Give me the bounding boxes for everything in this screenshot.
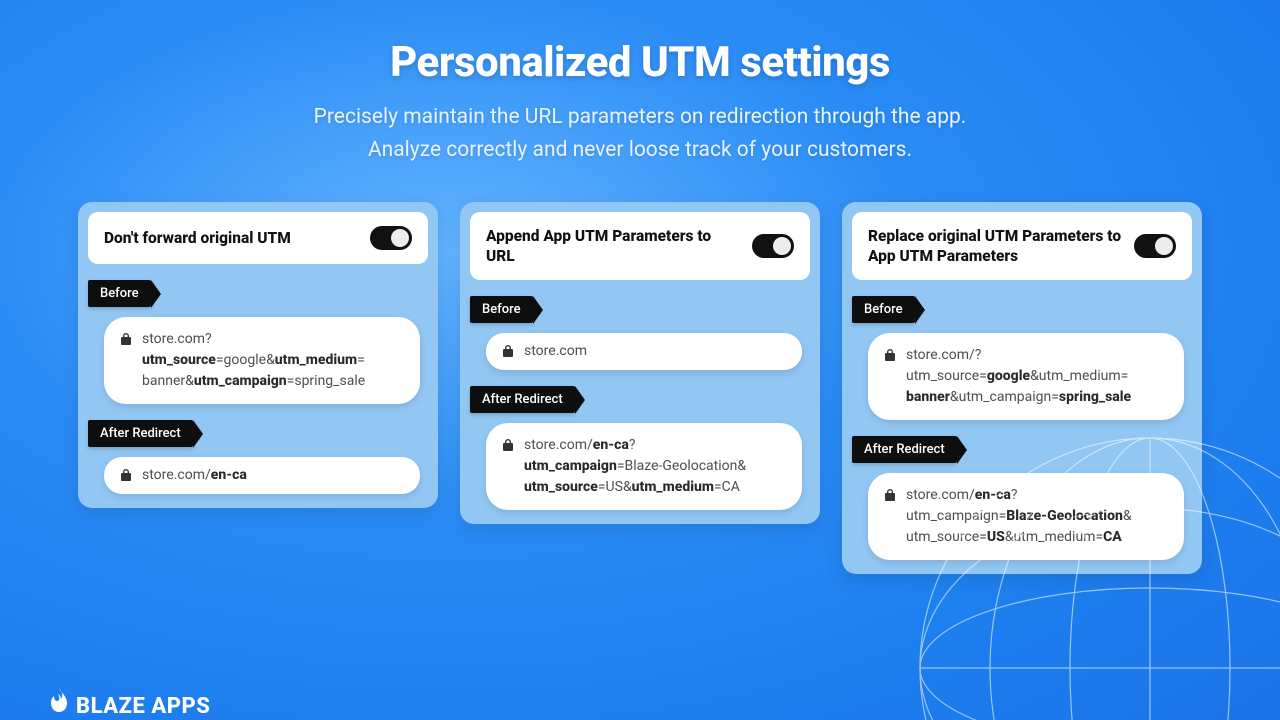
- url-after: store.com/en-ca: [104, 457, 420, 494]
- toggle-switch[interactable]: [752, 234, 794, 258]
- url-text: store.com/?utm_source=google&utm_medium=…: [906, 345, 1131, 408]
- lock-icon: [120, 467, 132, 486]
- brand-name: BLAZE APPS: [76, 694, 210, 719]
- lock-icon: [884, 347, 896, 366]
- url-after: store.com/en-ca?utm_campaign=Blaze-Geolo…: [868, 473, 1184, 560]
- card-header: Replace original UTM Parameters to App U…: [852, 212, 1192, 280]
- url-text: store.com/en-ca?utm_campaign=Blaze-Geolo…: [524, 435, 746, 498]
- before-label: Before: [852, 296, 915, 323]
- page-subtitle: Precisely maintain the URL parameters on…: [0, 101, 1280, 166]
- card-append: Append App UTM Parameters to URL Before …: [460, 202, 820, 524]
- url-text: store.com: [524, 341, 587, 362]
- card-title: Don't forward original UTM: [104, 228, 291, 248]
- before-label: Before: [88, 280, 151, 307]
- url-text: store.com?utm_source=google&utm_medium=b…: [142, 329, 365, 392]
- after-label: After Redirect: [852, 436, 957, 463]
- card-replace: Replace original UTM Parameters to App U…: [842, 202, 1202, 574]
- url-text: store.com/en-ca?utm_campaign=Blaze-Geolo…: [906, 485, 1132, 548]
- lock-icon: [120, 331, 132, 350]
- url-before: store.com?utm_source=google&utm_medium=b…: [104, 317, 420, 404]
- toggle-switch[interactable]: [370, 226, 412, 250]
- toggle-switch[interactable]: [1134, 234, 1176, 258]
- before-label: Before: [470, 296, 533, 323]
- page-title: Personalized UTM settings: [0, 38, 1280, 87]
- card-title: Replace original UTM Parameters to App U…: [868, 226, 1122, 266]
- url-before: store.com/?utm_source=google&utm_medium=…: [868, 333, 1184, 420]
- flame-icon: [46, 688, 72, 720]
- url-text: store.com/en-ca: [142, 465, 247, 486]
- card-header: Don't forward original UTM: [88, 212, 428, 264]
- after-label: After Redirect: [88, 420, 193, 447]
- lock-icon: [502, 343, 514, 362]
- lock-icon: [502, 437, 514, 456]
- cards-row: Don't forward original UTM Before store.…: [0, 202, 1280, 574]
- card-title: Append App UTM Parameters to URL: [486, 226, 740, 266]
- url-after: store.com/en-ca?utm_campaign=Blaze-Geolo…: [486, 423, 802, 510]
- brand-logo: BLAZE APPS: [46, 688, 210, 720]
- url-before: store.com: [486, 333, 802, 370]
- lock-icon: [884, 487, 896, 506]
- card-header: Append App UTM Parameters to URL: [470, 212, 810, 280]
- after-label: After Redirect: [470, 386, 575, 413]
- card-dont-forward: Don't forward original UTM Before store.…: [78, 202, 438, 508]
